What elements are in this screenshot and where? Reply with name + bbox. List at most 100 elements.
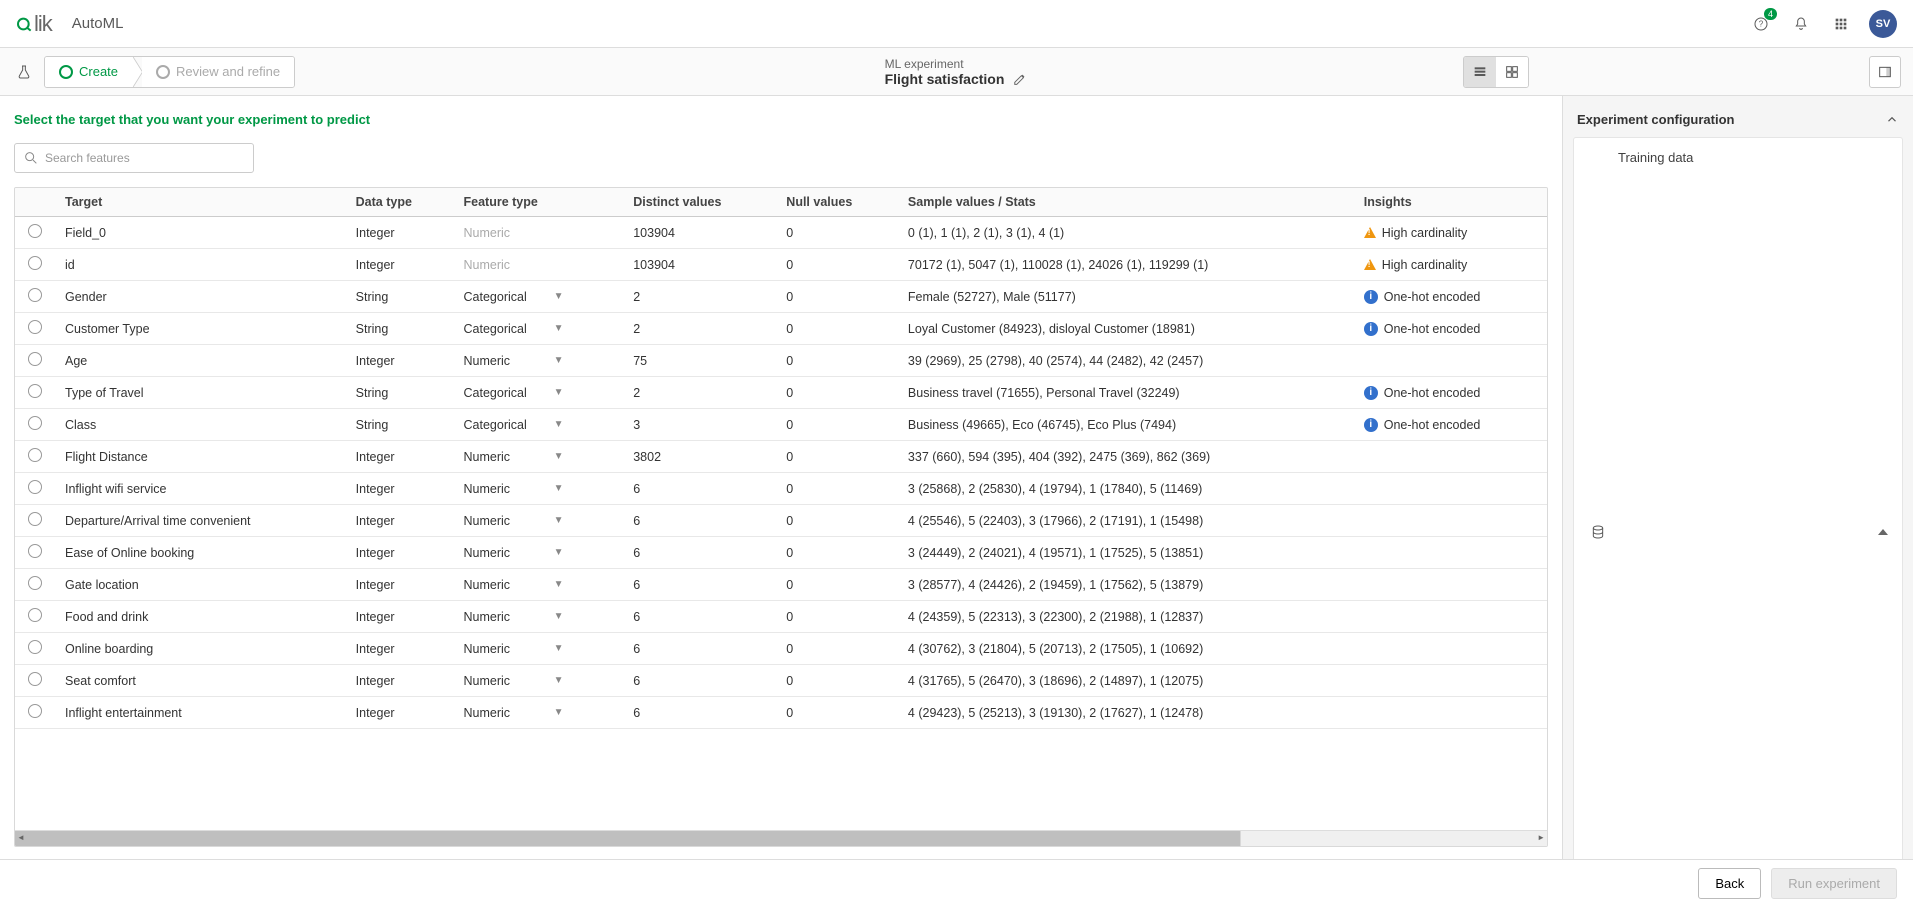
view-list-button[interactable] xyxy=(1464,57,1496,87)
cell-nulls: 0 xyxy=(776,217,898,249)
cell-featuretype[interactable]: Numeric▼ xyxy=(454,473,624,505)
chevron-down-icon[interactable]: ▼ xyxy=(554,643,564,654)
col-featuretype[interactable]: Feature type xyxy=(454,188,624,217)
target-radio[interactable] xyxy=(28,448,42,462)
target-radio[interactable] xyxy=(28,320,42,334)
insight-text: One-hot encoded xyxy=(1384,322,1481,336)
target-radio[interactable] xyxy=(28,640,42,654)
radio-icon xyxy=(59,65,73,79)
target-radio[interactable] xyxy=(28,352,42,366)
table-row[interactable]: Field_0IntegerNumeric10390400 (1), 1 (1)… xyxy=(15,217,1547,249)
chevron-down-icon[interactable]: ▼ xyxy=(554,419,564,430)
table-row[interactable]: Food and drinkIntegerNumeric▼604 (24359)… xyxy=(15,601,1547,633)
chevron-down-icon[interactable]: ▼ xyxy=(554,483,564,494)
chevron-down-icon[interactable]: ▼ xyxy=(554,579,564,590)
target-radio[interactable] xyxy=(28,576,42,590)
cell-featuretype[interactable]: Numeric▼ xyxy=(454,505,624,537)
table-row[interactable]: AgeIntegerNumeric▼75039 (2969), 25 (2798… xyxy=(15,345,1547,377)
target-radio[interactable] xyxy=(28,288,42,302)
help-icon[interactable]: ? 4 xyxy=(1749,12,1773,36)
target-radio[interactable] xyxy=(28,704,42,718)
cell-featuretype[interactable]: Numeric▼ xyxy=(454,569,624,601)
cell-featuretype[interactable]: Categorical▼ xyxy=(454,313,624,345)
chevron-down-icon[interactable]: ▼ xyxy=(554,515,564,526)
chevron-down-icon[interactable]: ▼ xyxy=(554,323,564,334)
target-radio[interactable] xyxy=(28,608,42,622)
chevron-down-icon[interactable]: ▼ xyxy=(554,707,564,718)
run-experiment-button[interactable]: Run experiment xyxy=(1771,868,1897,899)
chevron-down-icon[interactable]: ▼ xyxy=(554,291,564,302)
cell-nulls: 0 xyxy=(776,473,898,505)
cell-featuretype[interactable]: Categorical▼ xyxy=(454,377,624,409)
step-review[interactable]: Review and refine xyxy=(142,57,294,87)
user-avatar[interactable]: SV xyxy=(1869,10,1897,38)
table-row[interactable]: Online boardingIntegerNumeric▼604 (30762… xyxy=(15,633,1547,665)
target-radio[interactable] xyxy=(28,416,42,430)
col-insights[interactable]: Insights xyxy=(1354,188,1547,217)
chevron-down-icon[interactable]: ▼ xyxy=(554,547,564,558)
col-nulls[interactable]: Null values xyxy=(776,188,898,217)
target-radio[interactable] xyxy=(28,480,42,494)
col-target[interactable]: Target xyxy=(55,188,346,217)
table-row[interactable]: Inflight wifi serviceIntegerNumeric▼603 … xyxy=(15,473,1547,505)
view-grid-button[interactable] xyxy=(1496,57,1528,87)
apps-grid-icon[interactable] xyxy=(1829,12,1853,36)
chevron-down-icon[interactable]: ▼ xyxy=(554,355,564,366)
cell-featuretype[interactable]: Numeric▼ xyxy=(454,697,624,729)
target-radio[interactable] xyxy=(28,256,42,270)
cell-distinct: 103904 xyxy=(623,217,776,249)
cell-insights: iOne-hot encoded xyxy=(1354,409,1547,441)
back-button[interactable]: Back xyxy=(1698,868,1761,899)
cell-featuretype[interactable]: Numeric▼ xyxy=(454,537,624,569)
target-radio[interactable] xyxy=(28,384,42,398)
target-radio[interactable] xyxy=(28,224,42,238)
cell-featuretype[interactable]: Numeric▼ xyxy=(454,441,624,473)
search-input[interactable] xyxy=(45,151,245,165)
search-box[interactable] xyxy=(14,143,254,173)
table-row[interactable]: Seat comfortIntegerNumeric▼604 (31765), … xyxy=(15,665,1547,697)
training-data-header[interactable]: Training data xyxy=(1574,138,1902,859)
cell-featuretype[interactable]: Numeric▼ xyxy=(454,633,624,665)
edit-icon[interactable] xyxy=(1012,71,1028,87)
target-radio[interactable] xyxy=(28,672,42,686)
table-row[interactable]: Ease of Online bookingIntegerNumeric▼603… xyxy=(15,537,1547,569)
table-row[interactable]: Flight DistanceIntegerNumeric▼38020337 (… xyxy=(15,441,1547,473)
table-row[interactable]: Customer TypeStringCategorical▼20Loyal C… xyxy=(15,313,1547,345)
cell-featuretype[interactable]: Categorical▼ xyxy=(454,409,624,441)
table-row[interactable]: Gate locationIntegerNumeric▼603 (28577),… xyxy=(15,569,1547,601)
horizontal-scrollbar[interactable] xyxy=(15,830,1547,846)
chevron-down-icon[interactable]: ▼ xyxy=(554,451,564,462)
cell-featuretype[interactable]: Numeric▼ xyxy=(454,345,624,377)
chevron-down-icon[interactable]: ▼ xyxy=(554,387,564,398)
col-datatype[interactable]: Data type xyxy=(346,188,454,217)
qlik-logo-icon xyxy=(16,16,32,32)
target-radio[interactable] xyxy=(28,544,42,558)
cell-distinct: 6 xyxy=(623,505,776,537)
col-distinct[interactable]: Distinct values xyxy=(623,188,776,217)
cell-nulls: 0 xyxy=(776,441,898,473)
table-row[interactable]: Departure/Arrival time convenientInteger… xyxy=(15,505,1547,537)
chevron-down-icon[interactable]: ▼ xyxy=(554,611,564,622)
chevron-down-icon[interactable]: ▼ xyxy=(554,675,564,686)
cell-nulls: 0 xyxy=(776,409,898,441)
step-create[interactable]: Create xyxy=(45,57,132,87)
flask-icon[interactable] xyxy=(12,60,36,84)
cell-featuretype[interactable]: Numeric▼ xyxy=(454,665,624,697)
table-row[interactable]: Inflight entertainmentIntegerNumeric▼604… xyxy=(15,697,1547,729)
target-radio[interactable] xyxy=(28,512,42,526)
cell-datatype: String xyxy=(346,409,454,441)
cell-featuretype[interactable]: Categorical▼ xyxy=(454,281,624,313)
right-panel-toggle[interactable] xyxy=(1869,56,1901,88)
col-samples[interactable]: Sample values / Stats xyxy=(898,188,1354,217)
cell-distinct: 6 xyxy=(623,601,776,633)
collapse-icon[interactable] xyxy=(1885,113,1899,127)
search-icon xyxy=(23,150,39,166)
cell-samples: 4 (30762), 3 (21804), 5 (20713), 2 (1750… xyxy=(898,633,1354,665)
table-row[interactable]: GenderStringCategorical▼20Female (52727)… xyxy=(15,281,1547,313)
table-row[interactable]: idIntegerNumeric103904070172 (1), 5047 (… xyxy=(15,249,1547,281)
table-row[interactable]: ClassStringCategorical▼30Business (49665… xyxy=(15,409,1547,441)
cell-featuretype[interactable]: Numeric▼ xyxy=(454,601,624,633)
table-row[interactable]: Type of TravelStringCategorical▼20Busine… xyxy=(15,377,1547,409)
info-icon: i xyxy=(1364,322,1378,336)
notifications-icon[interactable] xyxy=(1789,12,1813,36)
